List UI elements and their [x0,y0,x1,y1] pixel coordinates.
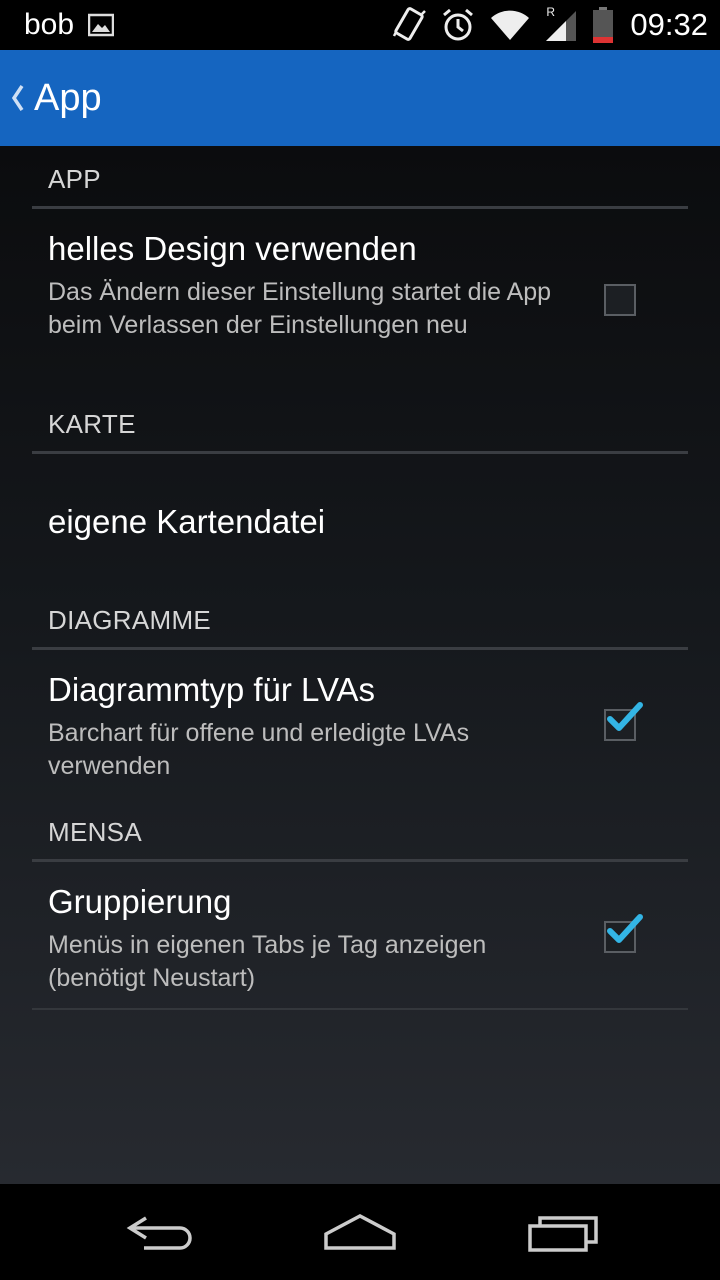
page-title[interactable]: App [34,76,102,120]
home-icon[interactable] [322,1212,398,1254]
section-divider [32,206,688,209]
signal-icon: R [544,5,578,43]
pref-summary: Barchart für offene und erledigte LVAs v… [48,719,470,780]
list-bottom-divider [32,1008,688,1010]
pref-light-design[interactable]: helles Design verwenden Das Ändern diese… [0,210,720,380]
status-user-name: bob [24,8,75,41]
pref-grouping[interactable]: Gruppierung Menüs in eigenen Tabs je Tag… [0,863,720,1008]
settings-list: APP helles Design verwenden Das Ändern d… [0,146,720,1184]
pref-chart-type[interactable]: Diagrammtyp für LVAs Barchart für offene… [0,651,720,811]
section-header-app: APP [48,164,101,194]
wifi-icon [491,10,530,40]
pref-title: Diagrammtyp für LVAs [48,671,376,708]
section-divider [32,451,688,454]
checkmark-icon [607,914,643,943]
grouping-checkbox[interactable] [604,914,643,953]
pref-title: Gruppierung [48,883,232,920]
pref-summary: Das Ändern dieser Einstellung startet di… [48,278,552,339]
section-header-mensa: MENSA [48,817,142,847]
vibrate-icon [393,7,427,41]
section-divider [32,647,688,650]
pref-map-file[interactable]: eigene Kartendatei [0,455,720,585]
section-header-diagramme: DIAGRAMME [48,605,212,635]
recents-icon[interactable] [526,1212,600,1254]
image-icon [88,13,115,37]
pref-title: helles Design verwenden [48,230,417,267]
status-time: 09:32 [630,7,708,42]
back-icon[interactable] [124,1212,196,1252]
navigation-bar [0,1184,720,1280]
roaming-indicator: R [546,5,556,19]
chevron-left-icon[interactable] [6,80,28,116]
light-design-checkbox[interactable] [604,284,636,316]
chart-type-checkbox[interactable] [604,702,643,741]
battery-icon [593,7,614,43]
checkmark-icon [607,702,643,731]
section-header-karte: KARTE [48,409,136,439]
pref-summary: Menüs in eigenen Tabs je Tag anzeigen (b… [48,931,487,992]
pref-title: eigene Kartendatei [48,503,326,540]
status-bar: bob R 09:32 [0,0,720,50]
section-divider [32,859,688,862]
alarm-icon [443,8,474,41]
action-bar: App [0,50,720,146]
